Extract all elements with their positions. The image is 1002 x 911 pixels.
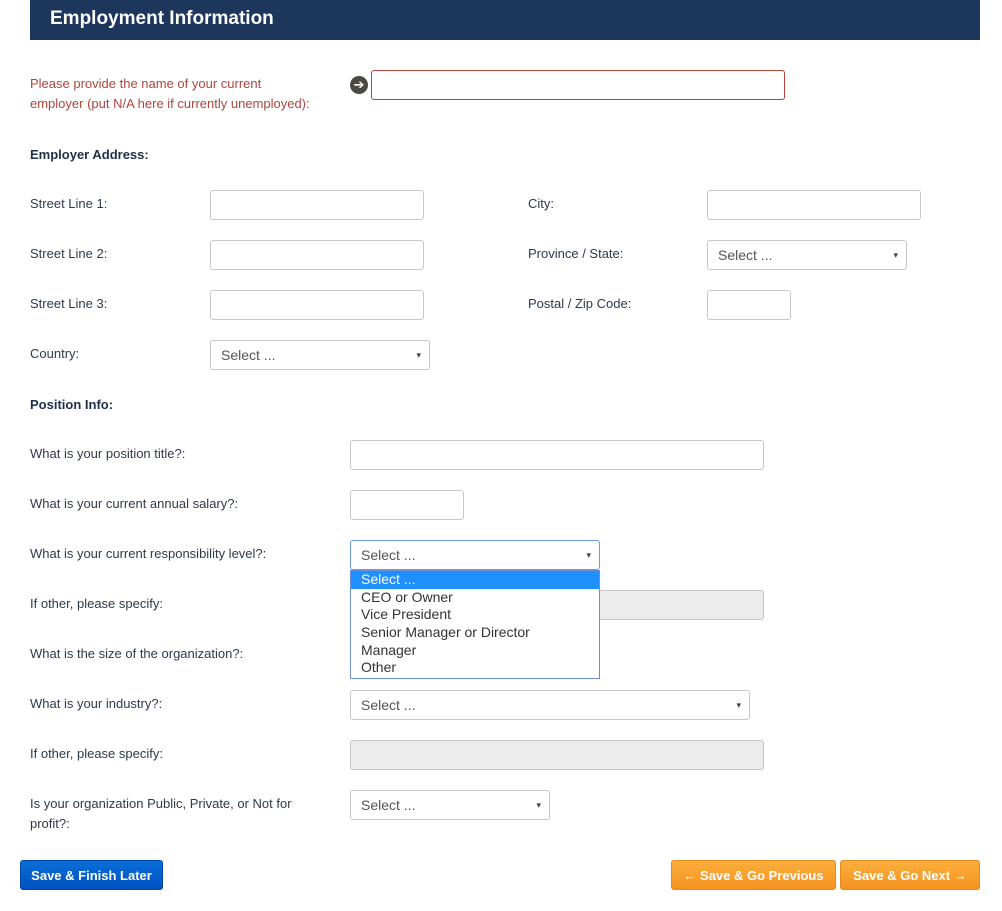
chevron-down-icon: ▾ [416, 350, 421, 360]
annual-salary-label: What is your current annual salary?: [30, 496, 239, 511]
dropdown-option[interactable]: Manager [351, 642, 599, 660]
dropdown-option[interactable]: Other [351, 659, 599, 677]
province-state-select-value: Select ... [718, 247, 773, 263]
city-input[interactable] [707, 190, 921, 220]
dropdown-option[interactable]: Select ... [351, 571, 599, 589]
chevron-down-icon: ▾ [736, 700, 741, 710]
street-line-1-input[interactable] [210, 190, 424, 220]
responsibility-level-dropdown[interactable]: Select ... CEO or Owner Vice President S… [350, 570, 600, 679]
postal-code-input[interactable] [707, 290, 791, 320]
industry-other-input[interactable] [350, 740, 764, 770]
save-finish-later-button[interactable]: Save & Finish Later [20, 860, 163, 890]
employer-name-label-line1: Please provide the name of your current [30, 76, 262, 91]
street-line-3-label: Street Line 3: [30, 296, 108, 311]
employer-address-heading: Employer Address: [30, 147, 149, 162]
industry-other-label: If other, please specify: [30, 746, 163, 761]
employer-name-label: Please provide the name of your current … [30, 74, 310, 114]
position-info-heading: Position Info: [30, 397, 114, 412]
save-go-previous-button[interactable]: ← Save & Go Previous [671, 860, 836, 890]
employer-name-label-line2: employer (put N/A here if currently unem… [30, 96, 310, 111]
province-state-select[interactable]: Select ... ▾ [707, 240, 907, 270]
country-select-value: Select ... [221, 347, 276, 363]
organization-type-label: Is your organization Public, Private, or… [30, 794, 292, 834]
page-title: Employment Information [50, 8, 274, 29]
arrow-circle-right-icon: ➔ [350, 76, 368, 94]
responsibility-level-label: What is your current responsibility leve… [30, 546, 267, 561]
organization-size-label: What is the size of the organization?: [30, 646, 244, 661]
street-line-2-label: Street Line 2: [30, 246, 108, 261]
postal-code-label: Postal / Zip Code: [528, 296, 632, 311]
city-label: City: [528, 196, 554, 211]
chevron-down-icon: ▾ [893, 250, 898, 260]
street-line-1-label: Street Line 1: [30, 196, 108, 211]
organization-type-label-line2: profit?: [30, 816, 70, 831]
dropdown-option[interactable]: Vice President [351, 606, 599, 624]
position-title-input[interactable] [350, 440, 764, 470]
dropdown-option[interactable]: CEO or Owner [351, 589, 599, 607]
annual-salary-input[interactable] [350, 490, 464, 520]
responsibility-level-select[interactable]: Select ... ▾ [350, 540, 600, 570]
save-go-next-button[interactable]: Save & Go Next → [840, 860, 980, 890]
dropdown-option[interactable]: Senior Manager or Director [351, 624, 599, 642]
page-header: Employment Information [30, 0, 980, 40]
industry-select-value: Select ... [361, 697, 416, 713]
employer-name-input[interactable] [371, 70, 785, 100]
chevron-down-icon: ▾ [586, 550, 591, 560]
organization-type-label-line1: Is your organization Public, Private, or… [30, 796, 292, 811]
street-line-2-input[interactable] [210, 240, 424, 270]
responsibility-level-select-value: Select ... [361, 547, 416, 563]
industry-select[interactable]: Select ... ▾ [350, 690, 750, 720]
street-line-3-input[interactable] [210, 290, 424, 320]
chevron-down-icon: ▾ [536, 800, 541, 810]
country-label: Country: [30, 346, 80, 361]
organization-type-select-value: Select ... [361, 797, 416, 813]
responsibility-other-label: If other, please specify: [30, 596, 163, 611]
country-select[interactable]: Select ... ▾ [210, 340, 430, 370]
industry-label: What is your industry?: [30, 696, 163, 711]
province-state-label: Province / State: [528, 246, 624, 261]
position-title-label: What is your position title?: [30, 446, 186, 461]
organization-type-select[interactable]: Select ... ▾ [350, 790, 550, 820]
